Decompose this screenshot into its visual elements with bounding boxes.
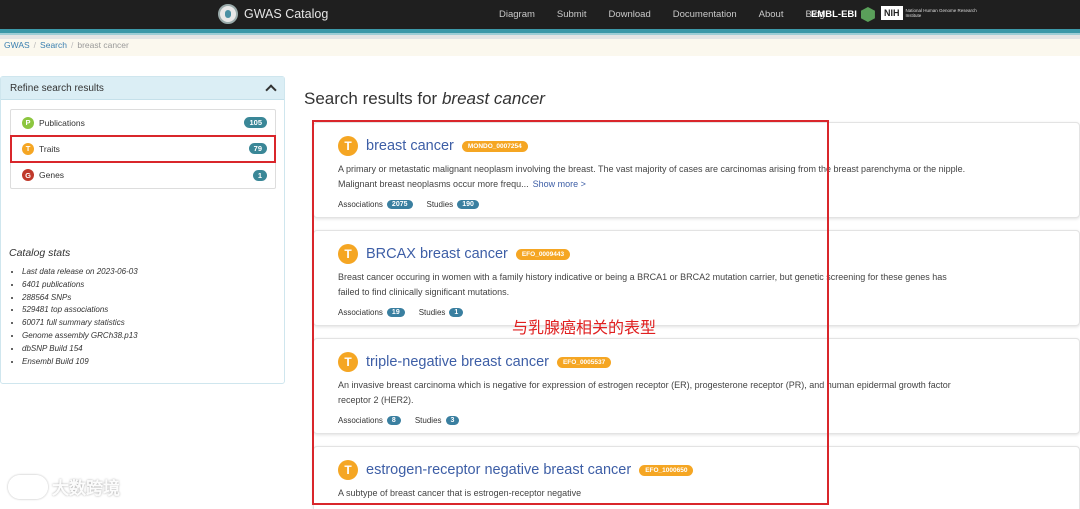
nav-link-documentation[interactable]: Documentation (673, 9, 737, 20)
nih-text: National Human Genome Research Institute (905, 8, 977, 18)
watermark-logo-icon (8, 474, 48, 499)
facet-count-badge: 1 (252, 169, 267, 181)
publications-icon: P (22, 116, 34, 129)
facet-publications[interactable]: P Publications 105 (11, 110, 275, 136)
facet-count-badge: 105 (244, 117, 267, 128)
page-title-query: breast cancer (441, 89, 545, 108)
breadcrumb-current: breast cancer (77, 40, 129, 50)
gwas-logo-icon (218, 4, 238, 24)
chevron-up-icon[interactable] (265, 84, 277, 96)
page-title: Search results for breast cancer (304, 89, 545, 109)
embl-ebi-text: EMBL-EBI (811, 9, 857, 20)
facet-count-badge: 79 (248, 143, 267, 154)
nav-link-download[interactable]: Download (608, 9, 650, 20)
refine-panel-title: Refine search results (10, 82, 104, 94)
facet-label: Genes (39, 170, 65, 180)
facet-label: Publications (39, 117, 85, 128)
top-navbar: GWAS Catalog Diagram Submit Download Doc… (0, 0, 1080, 29)
catalog-stats-title: Catalog stats (9, 247, 71, 259)
catalog-stats-list: Last data release on 2023-06-03 6401 pub… (22, 267, 138, 369)
stats-item: 60071 full summary statistics (22, 318, 138, 331)
facet-traits[interactable]: T Traits 79 (10, 135, 276, 163)
facet-list: P Publications 105 T Traits 79 G Genes 1 (10, 109, 276, 189)
nih-logo[interactable]: NIH National Human Genome Research Insti… (881, 6, 984, 20)
watermark: 大数跨境 (8, 474, 120, 499)
nav-links: Diagram Submit Download Documentation Ab… (499, 0, 846, 29)
refine-panel-header[interactable]: Refine search results (1, 77, 284, 100)
logo-text: GWAS Catalog (244, 7, 329, 21)
watermark-text: 大数跨境 (52, 479, 120, 498)
facet-label: Traits (39, 143, 60, 154)
breadcrumb: GWAS / Search / breast cancer (4, 40, 129, 50)
nav-link-about[interactable]: About (759, 9, 784, 20)
breadcrumb-gwas[interactable]: GWAS (4, 40, 30, 50)
annotation-label: 与乳腺癌相关的表型 (512, 320, 657, 337)
embl-ebi-logo[interactable]: EMBL-EBI (811, 7, 875, 22)
breadcrumb-separator: / (33, 40, 37, 50)
nav-link-submit[interactable]: Submit (557, 9, 587, 20)
genes-icon: G (22, 169, 34, 181)
stats-item: 6401 publications (22, 280, 138, 293)
page-title-prefix: Search results for (304, 89, 442, 108)
stats-item: 529481 top associations (22, 305, 138, 318)
embl-hex-icon (860, 7, 875, 22)
nih-box: NIH (881, 6, 903, 20)
facet-genes[interactable]: G Genes 1 (11, 162, 275, 188)
breadcrumb-bar (0, 39, 1080, 56)
stats-item: dbSNP Build 154 (22, 344, 138, 357)
highlight-box (312, 120, 829, 505)
stats-item: Genome assembly GRCh38.p13 (22, 331, 138, 344)
refine-panel: Refine search results P Publications 105… (0, 76, 285, 384)
breadcrumb-separator: / (70, 40, 74, 50)
stats-item: 288564 SNPs (22, 293, 138, 306)
traits-icon: T (22, 142, 34, 155)
gwas-logo[interactable]: GWAS Catalog (218, 4, 328, 24)
breadcrumb-search[interactable]: Search (40, 40, 67, 50)
nav-link-diagram[interactable]: Diagram (499, 9, 535, 20)
stats-item: Last data release on 2023-06-03 (22, 267, 138, 280)
stats-item: Ensembl Build 109 (22, 357, 138, 370)
